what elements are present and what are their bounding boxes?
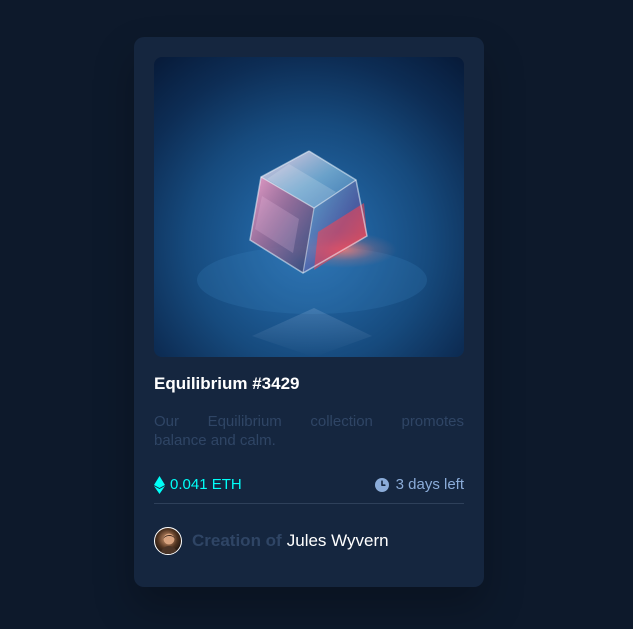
card-divider: [154, 503, 464, 504]
time-left-value: 3 days left: [395, 476, 464, 493]
creator-name[interactable]: Jules Wyvern: [287, 531, 389, 551]
creator-row: Creation of Jules Wyvern: [154, 527, 389, 555]
nft-card: Equilibrium #3429 Our Equilibrium collec…: [134, 37, 484, 587]
avatar: [154, 527, 182, 555]
nft-title[interactable]: Equilibrium #3429: [154, 374, 300, 394]
clock-icon: [374, 478, 389, 492]
nft-description: Our Equilibrium collection promotes bala…: [154, 412, 464, 450]
time-left-row: 3 days left: [374, 475, 464, 495]
description-line-2: balance and calm.: [154, 432, 276, 449]
price-value: 0.041 ETH: [170, 476, 242, 493]
nft-image[interactable]: [154, 57, 464, 357]
creator-prefix: Creation of: [192, 531, 282, 550]
page: Equilibrium #3429 Our Equilibrium collec…: [0, 0, 633, 629]
description-line-1: Our Equilibrium collection promotes: [154, 413, 464, 430]
ethereum-icon: [154, 476, 165, 494]
price-row: 0.041 ETH: [154, 475, 242, 495]
